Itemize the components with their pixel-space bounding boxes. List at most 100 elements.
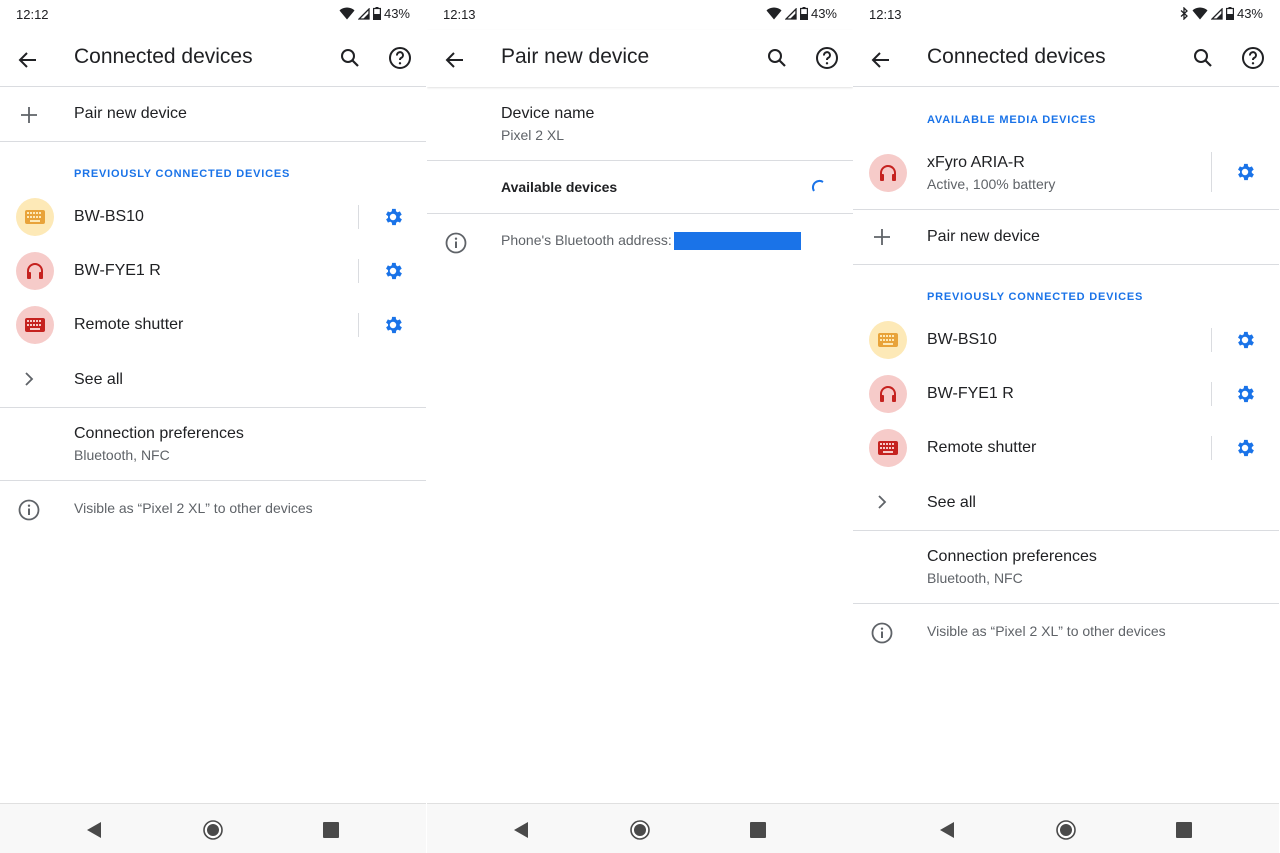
back-arrow-icon[interactable] [867, 46, 895, 74]
see-all-row[interactable]: See all [0, 352, 426, 406]
media-device-row[interactable]: xFyro ARIA-R Active, 100% battery [853, 140, 1279, 208]
device-row-bw-fye1r[interactable]: BW-FYE1 R [853, 367, 1279, 421]
battery-icon [372, 7, 381, 20]
device-row-remote-shutter[interactable]: Remote shutter [0, 298, 426, 352]
screen-connected-devices: 12:12 43% Connected devices Pair new dev… [0, 0, 426, 853]
status-time: 12:13 [443, 7, 476, 22]
separator [358, 259, 359, 283]
device-name-row[interactable]: Device name Pixel 2 XL [427, 88, 853, 160]
visible-info-row: Visible as “Pixel 2 XL” to other devices [0, 481, 426, 537]
search-icon[interactable] [336, 44, 364, 72]
available-devices-header: Available devices [501, 179, 618, 195]
system-nav-bar [427, 803, 853, 853]
pair-new-device-row[interactable]: Pair new device [0, 88, 426, 142]
device-row-bw-fye1r[interactable]: BW-FYE1 R [0, 244, 426, 298]
nav-recents-icon[interactable] [1173, 819, 1195, 841]
pair-new-device-label: Pair new device [927, 228, 1040, 245]
nav-recents-icon[interactable] [320, 819, 342, 841]
nav-home-icon[interactable] [1055, 819, 1077, 841]
redacted-address [673, 232, 801, 251]
device-row-bw-bs10[interactable]: BW-BS10 [853, 313, 1279, 367]
separator [1211, 436, 1212, 460]
device-row-bw-bs10[interactable]: BW-BS10 [0, 190, 426, 244]
media-device-status: Active, 100% battery [927, 176, 1056, 192]
bluetooth-icon [1180, 7, 1188, 20]
help-icon[interactable] [813, 44, 841, 72]
gear-icon[interactable] [1232, 381, 1258, 407]
wifi-icon [766, 7, 782, 20]
device-name: Remote shutter [74, 316, 184, 333]
nav-back-icon[interactable] [510, 819, 532, 841]
plus-icon [867, 222, 897, 252]
battery-percent: 43% [810, 6, 837, 21]
separator [358, 205, 359, 229]
screen-pair-new-device: 12:13 43% Pair new device Device name Pi… [427, 0, 853, 853]
connection-preferences-subtitle: Bluetooth, NFC [927, 570, 1023, 586]
available-media-header: AVAILABLE MEDIA DEVICES [927, 114, 1097, 126]
help-icon[interactable] [386, 44, 414, 72]
status-bar: 12:13 43% [427, 0, 853, 30]
nav-home-icon[interactable] [202, 819, 224, 841]
gear-icon[interactable] [380, 204, 406, 230]
battery-icon [799, 7, 808, 20]
signal-icon [784, 7, 797, 20]
keyboard-icon [16, 198, 54, 236]
info-icon [867, 618, 897, 648]
system-nav-bar [853, 803, 1279, 853]
nav-back-icon[interactable] [83, 819, 105, 841]
info-icon [14, 495, 44, 525]
device-name: BW-FYE1 R [74, 262, 161, 279]
separator [1211, 328, 1212, 352]
keyboard-icon [869, 429, 907, 467]
connection-preferences-title: Connection preferences [927, 548, 1097, 565]
app-bar: Connected devices [853, 30, 1279, 87]
keyboard-icon [16, 306, 54, 344]
page-title: Pair new device [501, 45, 650, 68]
page-title: Connected devices [74, 45, 253, 68]
gear-icon[interactable] [380, 312, 406, 338]
connection-preferences-title: Connection preferences [74, 425, 244, 442]
app-bar: Connected devices [0, 30, 426, 87]
gear-icon[interactable] [1232, 327, 1258, 353]
signal-icon [357, 7, 370, 20]
divider [0, 141, 426, 142]
back-arrow-icon[interactable] [441, 46, 469, 74]
connection-preferences-row[interactable]: Connection preferences Bluetooth, NFC [853, 531, 1279, 603]
search-icon[interactable] [763, 44, 791, 72]
pair-new-device-row[interactable]: Pair new device [853, 210, 1279, 264]
chevron-right-icon [14, 364, 44, 394]
back-arrow-icon[interactable] [14, 46, 42, 74]
nav-back-icon[interactable] [936, 819, 958, 841]
headset-icon [869, 375, 907, 413]
previously-connected-header: PREVIOUSLY CONNECTED DEVICES [927, 291, 1144, 303]
gear-icon[interactable] [380, 258, 406, 284]
gear-icon[interactable] [1232, 159, 1258, 185]
headset-icon [869, 154, 907, 192]
status-time: 12:13 [869, 7, 902, 22]
help-icon[interactable] [1239, 44, 1267, 72]
see-all-row[interactable]: See all [853, 475, 1279, 529]
battery-percent: 43% [383, 6, 410, 21]
connection-preferences-subtitle: Bluetooth, NFC [74, 447, 170, 463]
bluetooth-address-row: Phone's Bluetooth address: [427, 214, 853, 270]
pair-new-device-label: Pair new device [74, 105, 187, 122]
signal-icon [1210, 7, 1223, 20]
nav-home-icon[interactable] [629, 819, 651, 841]
connection-preferences-row[interactable]: Connection preferences Bluetooth, NFC [0, 408, 426, 480]
screen-connected-devices-with-media: 12:13 43% Connected devices AVAILABLE ME… [853, 0, 1279, 853]
battery-percent: 43% [1236, 6, 1263, 21]
visible-info-row: Visible as “Pixel 2 XL” to other devices [853, 604, 1279, 660]
visible-as-text: Visible as “Pixel 2 XL” to other devices [74, 500, 313, 516]
device-row-remote-shutter[interactable]: Remote shutter [853, 421, 1279, 475]
search-icon[interactable] [1189, 44, 1217, 72]
separator [1211, 152, 1212, 192]
device-name-title: Device name [501, 105, 595, 122]
system-nav-bar [0, 803, 426, 853]
keyboard-icon [869, 321, 907, 359]
bluetooth-address-text: Phone's Bluetooth address: [501, 232, 672, 248]
nav-recents-icon[interactable] [747, 819, 769, 841]
battery-icon [1225, 7, 1234, 20]
divider [853, 264, 1279, 265]
gear-icon[interactable] [1232, 435, 1258, 461]
device-name: BW-FYE1 R [927, 385, 1014, 402]
